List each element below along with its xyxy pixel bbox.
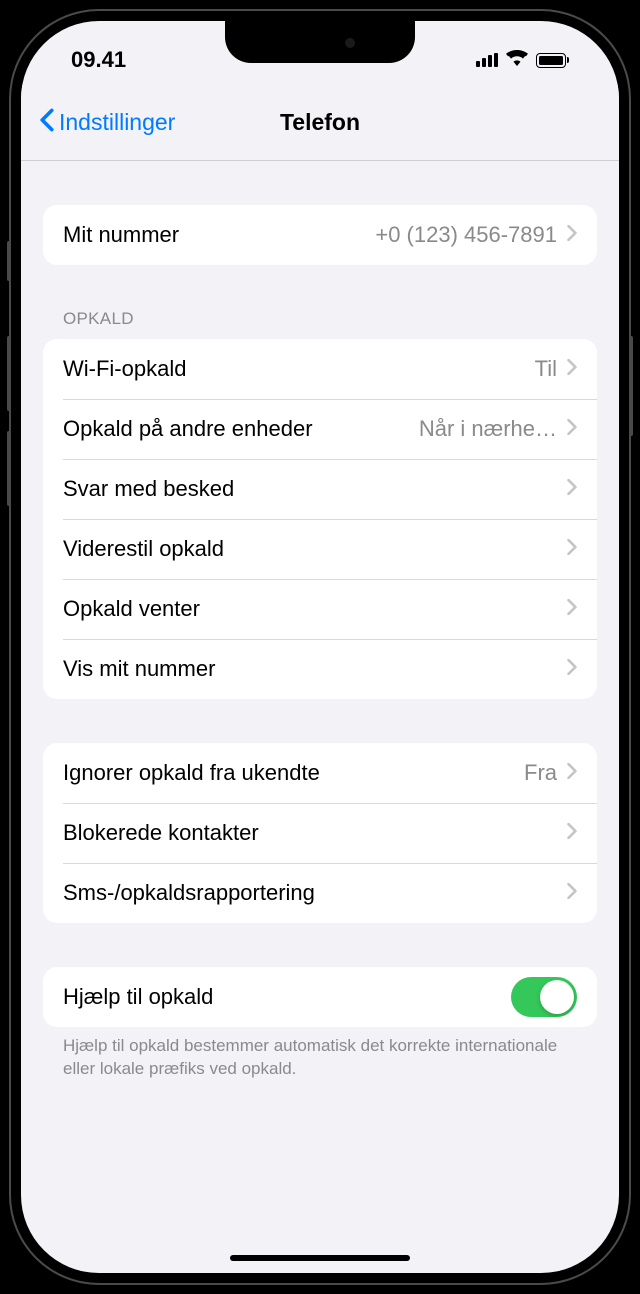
row-label: Wi-Fi-opkald: [63, 356, 535, 382]
row-show-my-number[interactable]: Vis mit nummer: [43, 639, 597, 699]
row-respond-with-text[interactable]: Svar med besked: [43, 459, 597, 519]
row-my-number[interactable]: Mit nummer +0 (123) 456-7891: [43, 205, 597, 265]
row-label: Opkald på andre enheder: [63, 416, 419, 442]
notch: [225, 21, 415, 63]
back-button[interactable]: Indstillinger: [39, 108, 175, 138]
back-label: Indstillinger: [59, 109, 175, 136]
screen: 09.41: [21, 21, 619, 1273]
row-value: Når i nærhe…: [419, 416, 557, 442]
cellular-signal-icon: [476, 53, 498, 67]
block-section: Ignorer opkald fra ukendte Fra Blokerede…: [43, 743, 597, 923]
content: Mit nummer +0 (123) 456-7891 OPKALD Wi-F…: [21, 205, 619, 1081]
status-icons: [476, 50, 579, 71]
section-header: OPKALD: [43, 309, 597, 339]
row-label: Sms-/opkaldsrapportering: [63, 880, 567, 906]
row-silence-unknown[interactable]: Ignorer opkald fra ukendte Fra: [43, 743, 597, 803]
calls-section: OPKALD Wi-Fi-opkald Til Opkald på andre …: [43, 309, 597, 699]
row-wifi-calling[interactable]: Wi-Fi-opkald Til: [43, 339, 597, 399]
row-value: Fra: [524, 760, 557, 786]
chevron-right-icon: [567, 539, 577, 560]
chevron-right-icon: [567, 479, 577, 500]
row-label: Ignorer opkald fra ukendte: [63, 760, 524, 786]
phone-frame: 09.41: [11, 11, 629, 1283]
row-sms-call-reporting[interactable]: Sms-/opkaldsrapportering: [43, 863, 597, 923]
row-label: Mit nummer: [63, 222, 375, 248]
chevron-right-icon: [567, 763, 577, 784]
chevron-right-icon: [567, 883, 577, 904]
chevron-right-icon: [567, 659, 577, 680]
chevron-right-icon: [567, 823, 577, 844]
row-label: Opkald venter: [63, 596, 567, 622]
row-label: Vis mit nummer: [63, 656, 567, 682]
chevron-left-icon: [39, 108, 55, 138]
section-footer: Hjælp til opkald bestemmer automatisk de…: [43, 1027, 597, 1081]
row-call-waiting[interactable]: Opkald venter: [43, 579, 597, 639]
dial-assist-toggle[interactable]: [511, 977, 577, 1017]
row-value: +0 (123) 456-7891: [375, 222, 557, 248]
battery-icon: [536, 53, 569, 68]
row-label: Hjælp til opkald: [63, 984, 511, 1010]
row-label: Svar med besked: [63, 476, 567, 502]
wifi-icon: [506, 50, 528, 71]
chevron-right-icon: [567, 225, 577, 246]
status-time: 09.41: [61, 47, 126, 73]
row-blocked-contacts[interactable]: Blokerede kontakter: [43, 803, 597, 863]
row-calls-other-devices[interactable]: Opkald på andre enheder Når i nærhe…: [43, 399, 597, 459]
dial-assist-section: Hjælp til opkald Hjælp til opkald bestem…: [43, 967, 597, 1081]
chevron-right-icon: [567, 359, 577, 380]
row-dial-assist: Hjælp til opkald: [43, 967, 597, 1027]
chevron-right-icon: [567, 599, 577, 620]
row-call-forwarding[interactable]: Viderestil opkald: [43, 519, 597, 579]
row-label: Viderestil opkald: [63, 536, 567, 562]
navigation-bar: Indstillinger Telefon: [21, 85, 619, 161]
row-label: Blokerede kontakter: [63, 820, 567, 846]
home-indicator[interactable]: [230, 1255, 410, 1261]
my-number-section: Mit nummer +0 (123) 456-7891: [43, 205, 597, 265]
chevron-right-icon: [567, 419, 577, 440]
row-value: Til: [535, 356, 557, 382]
